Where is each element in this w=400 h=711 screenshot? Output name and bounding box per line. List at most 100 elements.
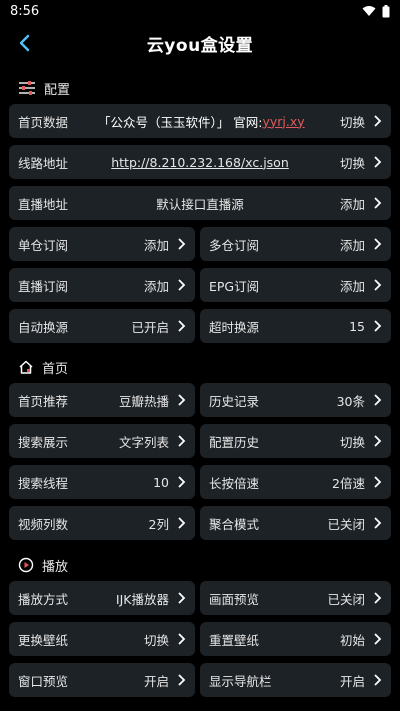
section-play-title: 播放 [42, 559, 69, 575]
row-epg-sub[interactable]: EPG订阅 添加 [200, 268, 391, 302]
row-home-rec[interactable]: 首页推荐 豆瓣热播 [9, 383, 195, 417]
row-aggregate-mode[interactable]: 聚合模式 已关闭 [200, 506, 391, 540]
row-label: 重置壁纸 [209, 632, 260, 648]
status-bar: 8:56 [0, 0, 400, 22]
row-change-wallpaper[interactable]: 更换壁纸 切换 [9, 622, 195, 656]
chevron-right-icon [178, 592, 186, 604]
row-label: 首页推荐 [18, 393, 69, 409]
header: 云you盒设置 [0, 26, 400, 60]
row-value: 添加 [143, 237, 169, 253]
section-play-header: 播放 [18, 555, 68, 575]
row-screen-preview[interactable]: 画面预览 已关闭 [200, 581, 391, 615]
row-value: 文字列表 [118, 434, 169, 450]
back-arrow-icon [19, 34, 30, 52]
row-value: 2倍速 [332, 475, 365, 491]
chevron-right-icon [178, 320, 186, 332]
row-label: 多仓订阅 [209, 237, 260, 253]
row-long-press-speed[interactable]: 长按倍速 2倍速 [200, 465, 391, 499]
page-title: 云you盒设置 [146, 35, 254, 56]
row-video-columns[interactable]: 视频列数 2列 [9, 506, 195, 540]
row-config-history[interactable]: 配置历史 切换 [200, 424, 391, 458]
row-label: 长按倍速 [209, 475, 260, 491]
row-value: 已开启 [131, 319, 169, 335]
row-value: 豆瓣热播 [118, 393, 169, 409]
row-label: 搜索线程 [18, 475, 69, 491]
section-home-title: 首页 [42, 361, 69, 377]
row-value: 添加 [143, 278, 169, 294]
row-window-preview[interactable]: 窗口预览 开启 [9, 663, 195, 697]
row-label: 直播地址 [18, 196, 69, 212]
battery-icon [382, 4, 390, 17]
row-label: 超时换源 [209, 319, 260, 335]
row-reset-wallpaper[interactable]: 重置壁纸 初始 [200, 622, 391, 656]
row-single-sub[interactable]: 单仓订阅 添加 [9, 227, 195, 261]
home-data-switch[interactable]: 切换 [340, 112, 365, 131]
row-value: 添加 [339, 278, 365, 294]
chevron-right-icon [178, 674, 186, 686]
row-live-sub[interactable]: 直播订阅 添加 [9, 268, 195, 302]
row-label: 线路地址 [18, 155, 69, 171]
row-auto-switch[interactable]: 自动换源 已开启 [9, 309, 195, 343]
chevron-right-icon [374, 320, 382, 332]
row-value: 15 [349, 318, 365, 334]
row-label: 画面预览 [209, 591, 260, 607]
row-show-navbar[interactable]: 显示导航栏 开启 [200, 663, 391, 697]
chevron-right-icon [374, 394, 382, 406]
back-button[interactable] [12, 30, 36, 56]
chevron-right-icon [178, 394, 186, 406]
chevron-right-icon [178, 238, 186, 250]
chevron-right-icon [178, 633, 186, 645]
row-label: 更换壁纸 [18, 632, 69, 648]
row-value: 切换 [143, 632, 169, 648]
row-multi-sub[interactable]: 多仓订阅 添加 [200, 227, 391, 261]
row-label: 搜索展示 [18, 434, 69, 450]
row-home-data[interactable]: 首页数据 「公众号（玉玉软件）」 官网: yyrj.xy 切换 [9, 104, 391, 138]
chevron-right-icon [374, 197, 382, 209]
row-value: 已关闭 [327, 591, 365, 607]
live-addr-add[interactable]: 添加 [340, 194, 365, 213]
row-play-method[interactable]: 播放方式 IJK播放器 [9, 581, 195, 615]
row-label: 配置历史 [209, 434, 260, 450]
row-search-display[interactable]: 搜索展示 文字列表 [9, 424, 195, 458]
row-label: 窗口预览 [18, 673, 69, 689]
row-history[interactable]: 历史记录 30条 [200, 383, 391, 417]
row-label: 显示导航栏 [209, 673, 272, 689]
row-value: 添加 [339, 237, 365, 253]
home-icon [19, 360, 33, 374]
row-value: 开启 [339, 673, 365, 689]
row-value: 10 [153, 474, 169, 490]
line-addr-link[interactable]: http://8.210.232.168/xc.json [68, 155, 332, 170]
chevron-right-icon [178, 476, 186, 488]
row-label: EPG订阅 [209, 278, 260, 294]
row-value: 开启 [143, 673, 169, 689]
chevron-right-icon [178, 517, 186, 529]
home-data-site-link[interactable]: yyrj.xy [262, 114, 304, 129]
row-value: IJK播放器 [115, 591, 169, 607]
row-line-addr[interactable]: 线路地址 http://8.210.232.168/xc.json 切换 [9, 145, 391, 179]
status-time: 8:56 [10, 3, 40, 19]
live-addr-value: 默认接口直播源 [156, 196, 244, 212]
row-label: 直播订阅 [18, 278, 69, 294]
section-home-header: 首页 [18, 357, 68, 377]
row-label: 历史记录 [209, 393, 260, 409]
home-data-value: 「公众号（玉玉软件）」 官网: yyrj.xy [98, 113, 305, 130]
row-timeout-switch[interactable]: 超时换源 15 [200, 309, 391, 343]
row-label: 首页数据 [18, 114, 69, 130]
row-value: 2列 [148, 516, 169, 532]
row-value: 切换 [339, 434, 365, 450]
row-value: 30条 [336, 393, 365, 409]
row-value: 已关闭 [327, 516, 365, 532]
chevron-right-icon [374, 238, 382, 250]
row-label: 视频列数 [18, 516, 69, 532]
chevron-right-icon [374, 592, 382, 604]
row-live-addr[interactable]: 直播地址 默认接口直播源 添加 [9, 186, 391, 220]
line-addr-switch[interactable]: 切换 [340, 153, 365, 172]
sliders-icon [19, 81, 35, 95]
status-icons [362, 4, 390, 18]
play-circle-icon [18, 557, 34, 573]
chevron-right-icon [374, 674, 382, 686]
chevron-right-icon [374, 476, 382, 488]
chevron-right-icon [374, 115, 382, 127]
row-search-threads[interactable]: 搜索线程 10 [9, 465, 195, 499]
chevron-right-icon [374, 517, 382, 529]
